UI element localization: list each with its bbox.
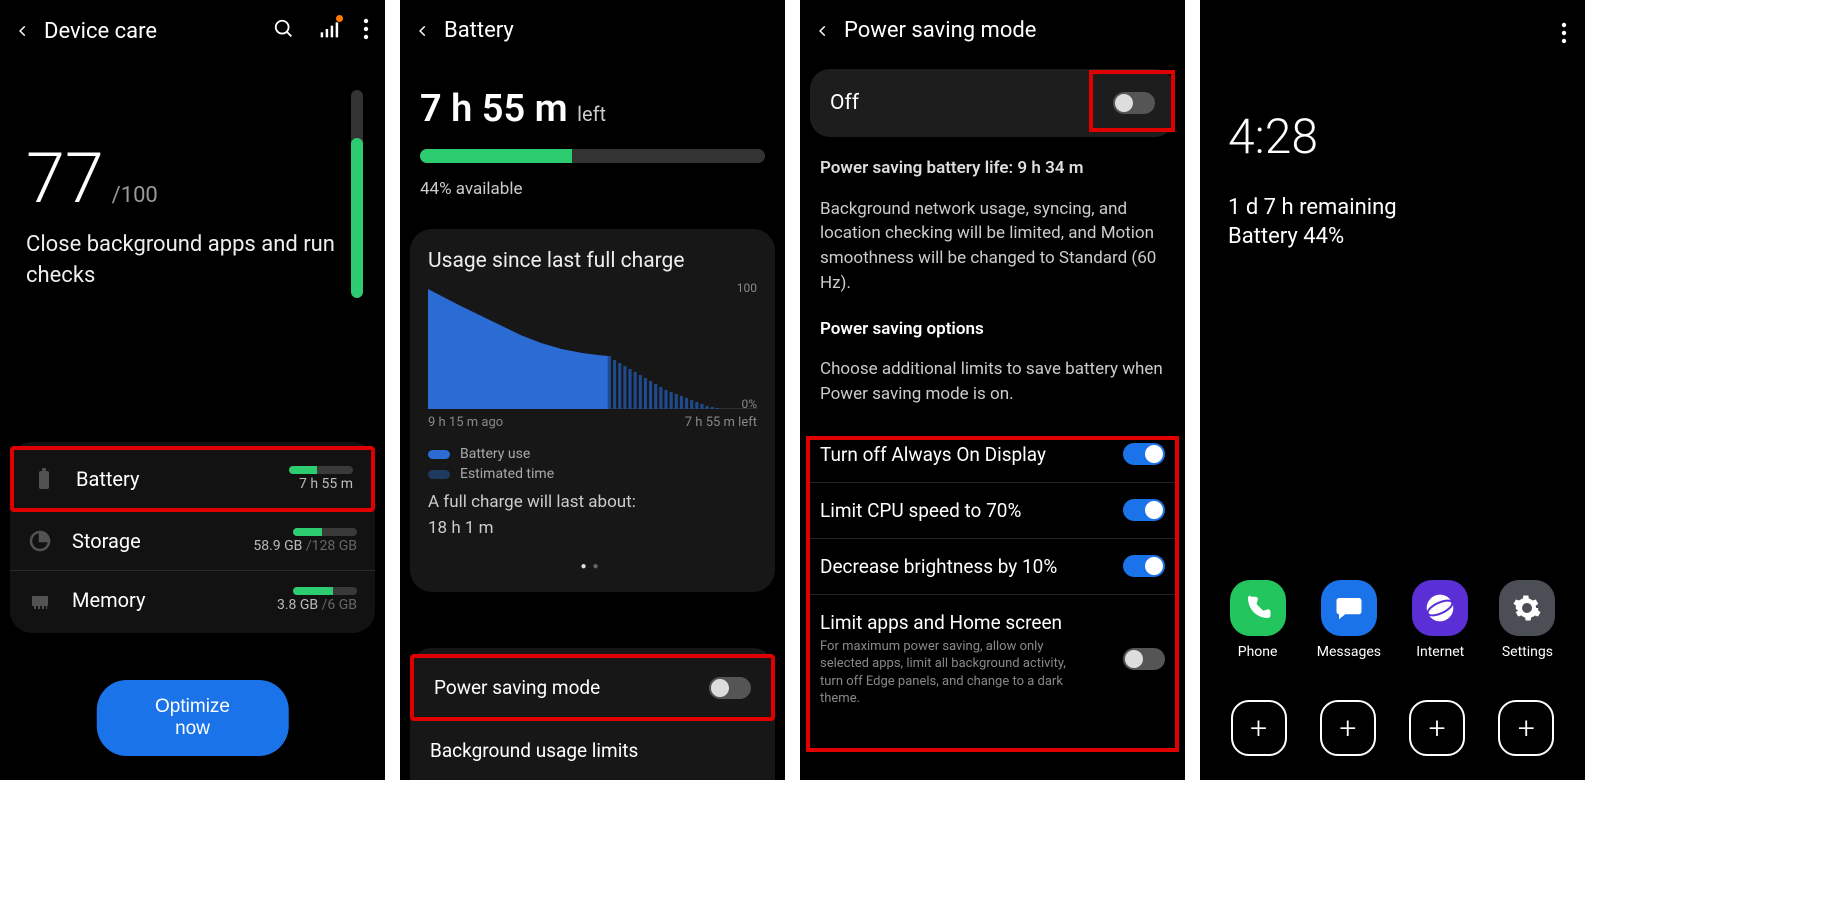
app-dock: Phone Messages Internet Settings: [1200, 580, 1585, 660]
battery-pct: Battery 44%: [1200, 220, 1585, 253]
device-care-desc: Close background apps and run checks: [0, 230, 385, 292]
app-phone[interactable]: Phone: [1230, 580, 1286, 660]
x-left: 9 h 15 m ago: [428, 415, 503, 430]
psm-option-title: Limit apps and Home screen: [820, 611, 1123, 634]
time-remaining: 1 d 7 h remaining: [1200, 165, 1585, 220]
back-icon[interactable]: [16, 20, 30, 42]
card-title: Usage since last full charge: [428, 249, 757, 273]
legend-swatch-1: [428, 450, 450, 459]
power-saving-label: Power saving mode: [434, 676, 709, 699]
memory-item[interactable]: Memory 3.8 GB /6 GB: [10, 571, 375, 629]
back-icon[interactable]: [816, 20, 830, 42]
battery-percent: 44% available: [400, 173, 785, 217]
back-icon[interactable]: [416, 20, 430, 42]
x-right: 7 h 55 m left: [685, 415, 757, 430]
page-title: Battery: [444, 18, 769, 43]
power-saving-mode-row[interactable]: Power saving mode: [410, 654, 775, 721]
psm-options-sub: Choose additional limits to save battery…: [800, 343, 1185, 420]
time-left-suffix: left: [577, 102, 606, 126]
app-internet[interactable]: Internet: [1412, 580, 1468, 660]
device-care-score-denom: /100: [112, 183, 158, 208]
app-label: Internet: [1416, 644, 1464, 660]
panel-power-saving-mode: Power saving mode Off Power saving batte…: [800, 0, 1185, 780]
psm-option-desc: For maximum power saving, allow only sel…: [820, 638, 1080, 708]
device-care-score: 77: [26, 138, 104, 220]
more-icon[interactable]: [363, 18, 369, 44]
panel-battery: Battery 7 h 55 m left 44% available Usag…: [400, 0, 785, 780]
psm-option-3[interactable]: Limit apps and Home screen For maximum po…: [810, 595, 1175, 724]
legend-2: Estimated time: [460, 466, 554, 482]
battery-chart: 100 0%: [428, 289, 757, 409]
app-label: Settings: [1502, 644, 1553, 660]
psm-master-toggle[interactable]: [1113, 92, 1155, 114]
optimize-button[interactable]: Optimize now: [96, 680, 289, 756]
psm-option-title: Limit CPU speed to 70%: [820, 499, 1123, 522]
add-app-slot-2[interactable]: +: [1320, 700, 1376, 756]
app-label: Messages: [1317, 644, 1381, 660]
legend-swatch-2: [428, 470, 450, 479]
memory-icon: [28, 588, 52, 612]
bg-limits-label: Background usage limits: [430, 739, 755, 762]
app-label: Phone: [1238, 644, 1278, 660]
psm-options-head: Power saving options: [800, 295, 1185, 343]
battery-label: Battery: [76, 467, 289, 491]
panel-aod-home: 4:28 1 d 7 h remaining Battery 44% Phone…: [1200, 0, 1585, 780]
add-app-slot-1[interactable]: +: [1231, 700, 1287, 756]
memory-label: Memory: [72, 588, 277, 612]
internet-icon: [1412, 580, 1468, 636]
add-app-row: + + + +: [1200, 700, 1585, 756]
psm-option-1[interactable]: Limit CPU speed to 70%: [810, 483, 1175, 539]
y-bot: 0%: [741, 397, 757, 411]
full-charge-value: 18 h 1 m: [428, 516, 757, 542]
psm-description: Background network usage, syncing, and l…: [800, 181, 1185, 296]
psm-option-title: Decrease brightness by 10%: [820, 555, 1123, 578]
battery-item[interactable]: Battery 7 h 55 m: [10, 446, 375, 512]
battery-sub: 7 h 55 m: [299, 476, 353, 492]
psm-battery-life: Power saving battery life: 9 h 34 m: [800, 137, 1185, 181]
signal-icon: [319, 19, 339, 43]
psm-option-2[interactable]: Decrease brightness by 10%: [810, 539, 1175, 595]
psm-master-row[interactable]: Off: [810, 69, 1175, 137]
page-title: Power saving mode: [844, 18, 1169, 43]
app-settings[interactable]: Settings: [1499, 580, 1555, 660]
page-title: Device care: [44, 19, 259, 44]
legend-1: Battery use: [460, 446, 530, 462]
storage-icon: [28, 529, 52, 553]
panel-device-care: Device care 77 /100 Close background app…: [0, 0, 385, 780]
time-left: 7 h 55 m: [420, 87, 577, 131]
battery-icon: [32, 467, 56, 491]
add-app-slot-4[interactable]: +: [1498, 700, 1554, 756]
y-top: 100: [737, 281, 757, 295]
power-saving-toggle[interactable]: [709, 677, 751, 699]
psm-option-0[interactable]: Turn off Always On Display: [810, 427, 1175, 483]
psm-option-toggle[interactable]: [1123, 443, 1165, 465]
psm-options-list: Turn off Always On Display Limit CPU spee…: [810, 427, 1175, 724]
settings-icon: [1499, 580, 1555, 636]
add-app-slot-3[interactable]: +: [1409, 700, 1465, 756]
device-care-list: Battery 7 h 55 m Storage 58.9 GB /128 GB…: [10, 442, 375, 633]
psm-option-toggle[interactable]: [1123, 555, 1165, 577]
phone-icon: [1230, 580, 1286, 636]
usage-card: Usage since last full charge 100 0%: [410, 229, 775, 592]
more-icon[interactable]: [1561, 22, 1567, 48]
storage-item[interactable]: Storage 58.9 GB /128 GB: [10, 512, 375, 571]
psm-state-label: Off: [830, 91, 859, 115]
psm-option-toggle[interactable]: [1123, 648, 1165, 670]
search-icon[interactable]: [273, 18, 295, 44]
storage-label: Storage: [72, 529, 253, 553]
psm-option-toggle[interactable]: [1123, 499, 1165, 521]
page-dots: ●●: [428, 561, 757, 572]
full-charge-label: A full charge will last about:: [428, 490, 757, 516]
storage-sub: 58.9 GB: [253, 538, 306, 554]
battery-bar: [420, 149, 765, 163]
app-messages[interactable]: Messages: [1317, 580, 1381, 660]
clock-time: 4:28: [1200, 0, 1585, 165]
psm-option-title: Turn off Always On Display: [820, 443, 1123, 466]
memory-sub: 3.8 GB: [277, 597, 322, 613]
background-usage-limits-row[interactable]: Background usage limits: [410, 721, 775, 780]
score-gauge: [351, 90, 363, 298]
messages-icon: [1321, 580, 1377, 636]
